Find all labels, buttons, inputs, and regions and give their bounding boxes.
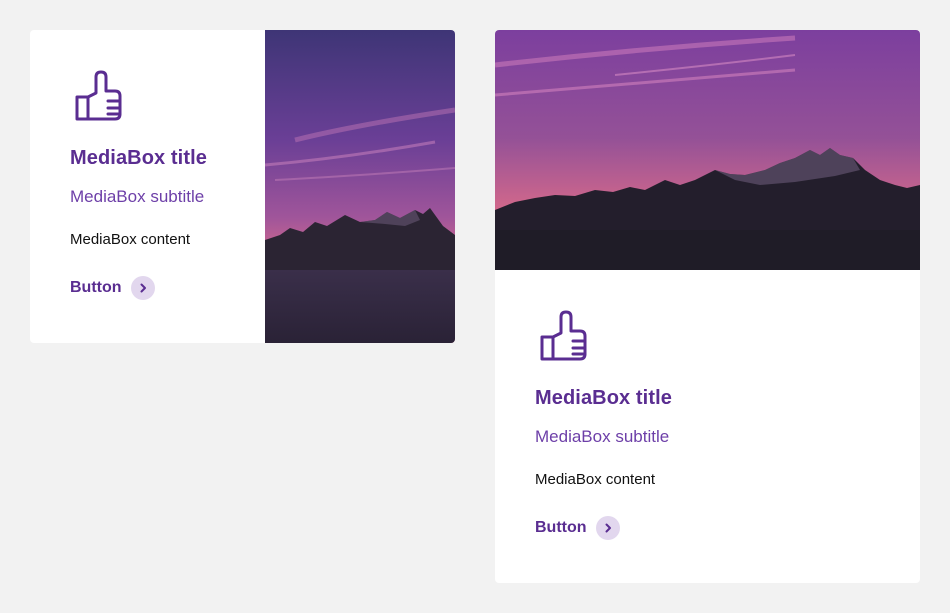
- mediabox-body: MediaBox content: [535, 471, 656, 488]
- mediabox-content: MediaBox title MediaBox subtitle MediaBo…: [70, 70, 260, 300]
- mediabox-button[interactable]: Button: [535, 516, 620, 540]
- button-label: Button: [535, 519, 587, 536]
- chevron-right-icon: [595, 516, 620, 540]
- mediabox-title: MediaBox title: [70, 147, 207, 169]
- mediabox-button[interactable]: Button: [70, 276, 155, 300]
- button-label: Button: [70, 279, 122, 296]
- thumbs-up-icon: [75, 70, 122, 121]
- sunset-mountains-photo: [495, 30, 920, 270]
- mediabox-subtitle: MediaBox subtitle: [70, 187, 205, 206]
- mediabox-subtitle: MediaBox subtitle: [535, 427, 670, 446]
- chevron-right-icon: [130, 276, 155, 300]
- sunset-mountains-photo: [265, 30, 455, 343]
- mediabox-title: MediaBox title: [535, 387, 672, 409]
- thumbs-up-icon: [540, 310, 587, 361]
- mediabox-horizontal: MediaBox title MediaBox subtitle MediaBo…: [30, 30, 455, 343]
- mediabox-vertical: MediaBox title MediaBox subtitle MediaBo…: [495, 30, 920, 583]
- mediabox-body: MediaBox content: [70, 231, 191, 248]
- mediabox-content: MediaBox title MediaBox subtitle MediaBo…: [535, 310, 875, 540]
